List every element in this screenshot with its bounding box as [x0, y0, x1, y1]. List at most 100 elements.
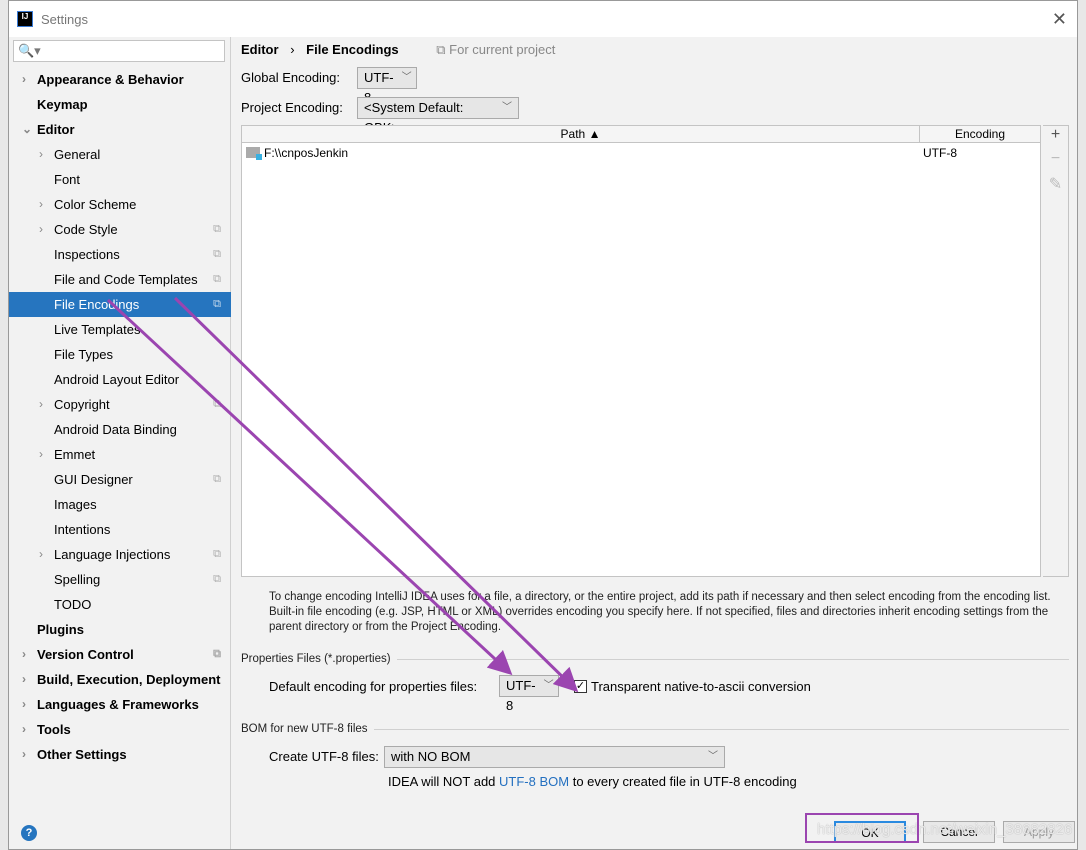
chevron-down-icon[interactable]: ⌄: [22, 117, 32, 142]
chevron-right-icon[interactable]: ›: [22, 717, 26, 742]
chevron-right-icon[interactable]: ›: [22, 67, 26, 92]
project-scope-icon: ⧉: [213, 473, 221, 485]
chevron-right-icon[interactable]: ›: [39, 392, 43, 417]
settings-search-input[interactable]: 🔍▾: [13, 40, 225, 62]
global-encoding-select[interactable]: UTF-8﹀: [357, 67, 417, 105]
chevron-right-icon[interactable]: ›: [22, 742, 26, 767]
sidebar-item-build-execution-deployment[interactable]: › Build, Execution, Deployment: [9, 667, 231, 692]
chevron-right-icon[interactable]: ›: [39, 217, 43, 242]
sidebar-item-label: Build, Execution, Deployment: [37, 672, 221, 687]
sidebar-item-label: Intentions: [54, 522, 111, 537]
chevron-right-icon[interactable]: ›: [22, 667, 26, 692]
sidebar-item-label: File Types: [54, 347, 114, 362]
project-scope-icon: ⧉: [213, 298, 221, 310]
table-row[interactable]: F:\\cnposJenkin UTF-8: [242, 143, 1040, 163]
sidebar-item-live-templates[interactable]: Live Templates: [9, 317, 231, 342]
checkmark-icon: ✓: [575, 680, 586, 692]
sidebar-item-inspections[interactable]: Inspections ⧉: [9, 242, 231, 267]
chevron-down-icon: ﹀: [502, 102, 512, 113]
cancel-button[interactable]: Cancel: [923, 821, 995, 843]
help-button[interactable]: ?: [21, 825, 37, 841]
bom-section-header: BOM for new UTF-8 files: [241, 723, 1069, 735]
sidebar-item-label: Color Scheme: [54, 197, 137, 212]
breadcrumb-parent: Editor: [241, 42, 279, 57]
chevron-right-icon[interactable]: ›: [22, 642, 26, 667]
native-to-ascii-checkbox[interactable]: ✓: [574, 680, 587, 693]
sidebar-item-intentions[interactable]: Intentions: [9, 517, 231, 542]
sidebar-item-general[interactable]: › General: [9, 142, 231, 167]
chevron-down-icon: ﹀: [708, 751, 718, 762]
chevron-right-icon[interactable]: ›: [39, 442, 43, 467]
sidebar-item-tools[interactable]: › Tools: [9, 717, 231, 742]
global-encoding-label: Global Encoding:: [241, 70, 341, 85]
sidebar-item-color-scheme[interactable]: › Color Scheme: [9, 192, 231, 217]
column-header-encoding[interactable]: Encoding: [920, 126, 1040, 142]
utf8-bom-link[interactable]: UTF-8 BOM: [499, 774, 569, 789]
chevron-right-icon[interactable]: ›: [39, 192, 43, 217]
sidebar-item-label: Inspections: [54, 247, 120, 262]
sidebar-item-copyright[interactable]: › Copyright ⧉: [9, 392, 231, 417]
project-scope-icon: ⧉: [213, 648, 221, 660]
folder-icon: [246, 147, 262, 160]
sidebar-item-file-encodings[interactable]: File Encodings ⧉: [9, 292, 231, 317]
sidebar-item-appearance-behavior[interactable]: › Appearance & Behavior: [9, 67, 231, 92]
encoding-help-text: To change encoding IntelliJ IDEA uses fo…: [269, 591, 1051, 633]
apply-button[interactable]: Apply: [1003, 821, 1075, 843]
sidebar-item-android-data-binding[interactable]: Android Data Binding: [9, 417, 231, 442]
sidebar-item-file-and-code-templates[interactable]: File and Code Templates ⧉: [9, 267, 231, 292]
ok-button[interactable]: OK: [834, 821, 906, 843]
properties-section-header: Properties Files (*.properties): [241, 653, 1069, 665]
sidebar-item-label: Language Injections: [54, 547, 171, 562]
chevron-right-icon[interactable]: ›: [39, 542, 43, 567]
project-scope-icon: ⧉: [213, 398, 221, 410]
add-icon[interactable]: +: [1043, 126, 1068, 150]
properties-encoding-label: Default encoding for properties files:: [269, 679, 478, 694]
chevron-right-icon[interactable]: ›: [39, 142, 43, 167]
native-to-ascii-label[interactable]: Transparent native-to-ascii conversion: [591, 679, 811, 694]
sidebar-item-todo[interactable]: TODO: [9, 592, 231, 617]
breadcrumb-current: File Encodings: [306, 42, 399, 57]
sidebar-item-languages-frameworks[interactable]: › Languages & Frameworks: [9, 692, 231, 717]
scope-note: For current project: [449, 42, 556, 57]
chevron-down-icon: ﹀: [401, 72, 412, 83]
sidebar-item-language-injections[interactable]: › Language Injections ⧉: [9, 542, 231, 567]
settings-dialog: IJ Settings ✕ 🔍▾ › Appearance & Behavior K…: [8, 0, 1078, 850]
remove-icon[interactable]: −: [1043, 150, 1068, 174]
sidebar-item-keymap[interactable]: Keymap: [9, 92, 231, 117]
sidebar-item-label: TODO: [54, 597, 92, 612]
sidebar-item-label: Appearance & Behavior: [37, 72, 184, 87]
sidebar-item-code-style[interactable]: › Code Style ⧉: [9, 217, 231, 242]
edit-icon[interactable]: ✎: [1043, 174, 1068, 198]
sidebar-item-label: Emmet: [54, 447, 96, 462]
column-header-path[interactable]: Path ▲: [242, 126, 920, 142]
create-utf8-select[interactable]: with NO BOM ﹀: [384, 746, 725, 768]
bom-note: IDEA will NOT add UTF-8 BOM to every cre…: [388, 774, 797, 789]
breadcrumb-separator: ›: [290, 42, 295, 57]
chevron-down-icon: ﹀: [543, 680, 554, 691]
sidebar-item-editor[interactable]: ⌄ Editor: [9, 117, 231, 142]
settings-sidebar: 🔍▾ › Appearance & Behavior Keymap ⌄ Editor › G…: [9, 37, 231, 849]
sidebar-item-label: Live Templates: [54, 322, 141, 337]
sidebar-item-other-settings[interactable]: › Other Settings: [9, 742, 231, 767]
sidebar-item-android-layout-editor[interactable]: Android Layout Editor: [9, 367, 231, 392]
sidebar-item-gui-designer[interactable]: GUI Designer ⧉: [9, 467, 231, 492]
sidebar-item-label: Version Control: [37, 647, 134, 662]
encoding-cell[interactable]: UTF-8: [920, 143, 957, 163]
sidebar-item-plugins[interactable]: Plugins: [9, 617, 231, 642]
sidebar-item-spelling[interactable]: Spelling ⧉: [9, 567, 231, 592]
title-bar: IJ Settings ✕: [9, 1, 1077, 37]
sidebar-item-file-types[interactable]: File Types: [9, 342, 231, 367]
close-icon[interactable]: ✕: [1052, 9, 1067, 30]
chevron-right-icon[interactable]: ›: [22, 692, 26, 717]
project-encoding-select[interactable]: <System Default: GBK>﹀: [357, 97, 519, 135]
path-cell: F:\\cnposJenkin: [264, 146, 349, 160]
sidebar-item-version-control[interactable]: › Version Control ⧉: [9, 642, 231, 667]
sidebar-item-images[interactable]: Images: [9, 492, 231, 517]
sidebar-item-label: File and Code Templates: [54, 272, 198, 287]
sidebar-item-label: Languages & Frameworks: [37, 697, 199, 712]
properties-encoding-select[interactable]: UTF-8 ﹀: [499, 675, 559, 713]
sidebar-item-label: Android Layout Editor: [54, 372, 180, 387]
project-scope-icon: ⧉: [213, 248, 221, 260]
sidebar-item-font[interactable]: Font: [9, 167, 231, 192]
sidebar-item-emmet[interactable]: › Emmet: [9, 442, 231, 467]
